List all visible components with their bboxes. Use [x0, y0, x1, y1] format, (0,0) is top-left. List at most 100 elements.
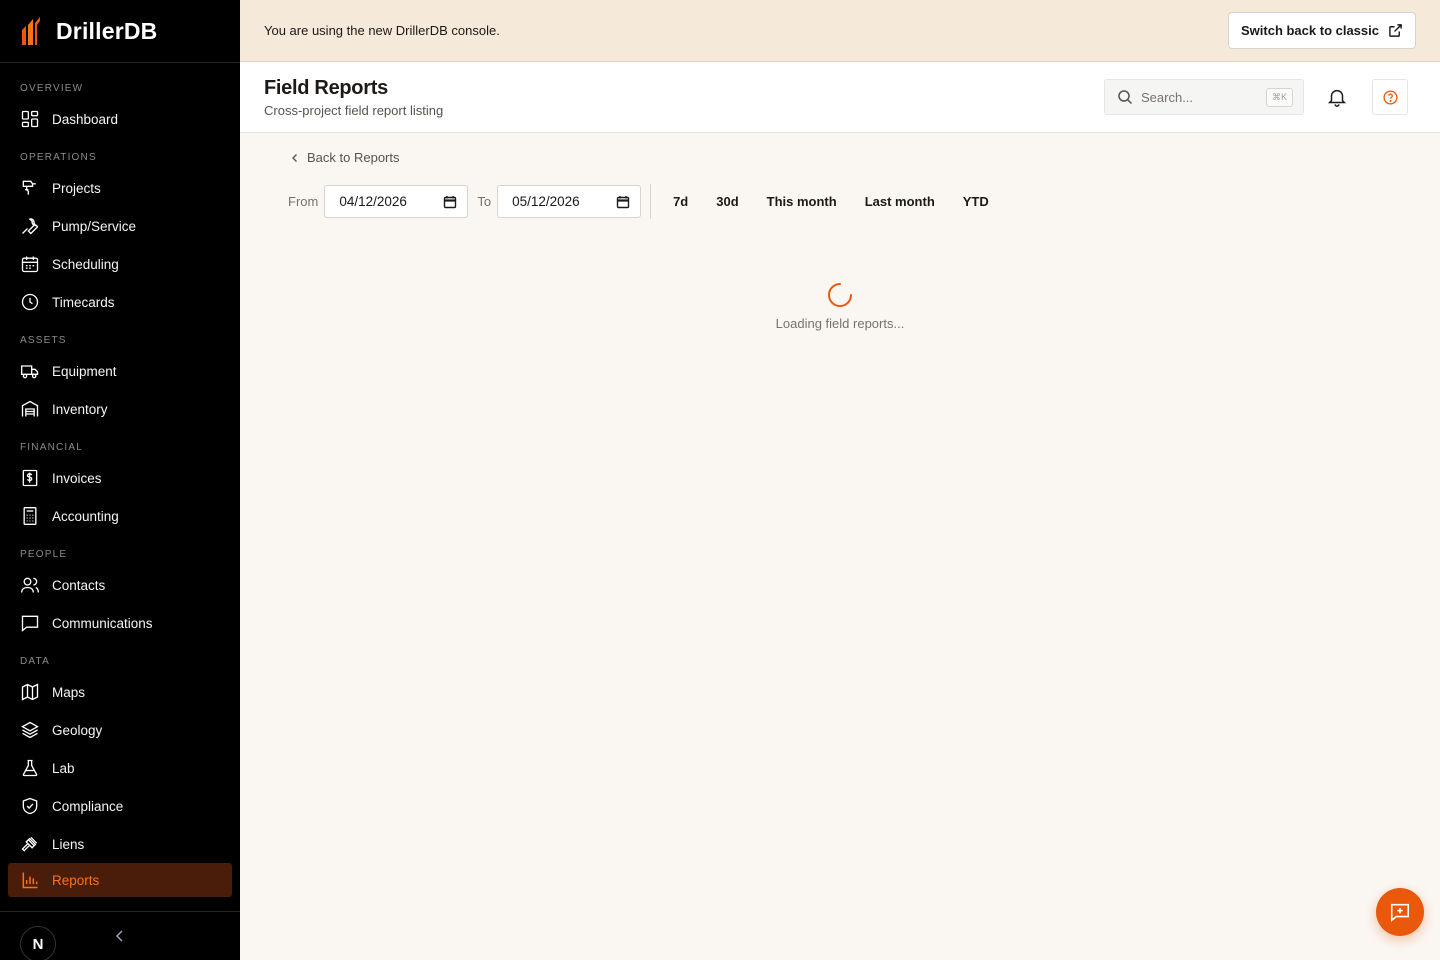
dashboard-icon — [21, 110, 39, 128]
sidebar-item-projects[interactable]: Projects — [0, 169, 240, 207]
help-button[interactable] — [1372, 79, 1408, 115]
users-icon — [21, 577, 39, 593]
preset-30d-button[interactable]: 30d — [702, 185, 752, 218]
chevron-left-icon[interactable] — [112, 928, 128, 944]
avatar[interactable]: N — [20, 926, 56, 960]
sidebar-item-label: Scheduling — [52, 256, 119, 272]
sidebar-item-label: Contacts — [52, 577, 106, 593]
sidebar-item-timecards[interactable]: Timecards — [0, 283, 240, 321]
back-to-reports-link[interactable]: Back to Reports — [290, 150, 400, 165]
preset-ytd-button[interactable]: YTD — [949, 185, 1003, 218]
sidebar-item-label: Inventory — [52, 401, 108, 417]
invoice-icon — [22, 469, 38, 487]
from-label: From — [288, 194, 319, 209]
search-input[interactable]: Search... ⌘K — [1104, 79, 1304, 115]
warehouse-icon — [21, 400, 39, 417]
help-circle-icon — [1382, 89, 1398, 105]
filter-divider — [650, 184, 652, 219]
wrench-icon — [22, 218, 39, 235]
sidebar-item-equipment[interactable]: Equipment — [0, 352, 240, 390]
banner-text: You are using the new DrillerDB console. — [264, 23, 500, 38]
sidebar-item-label: Geology — [52, 722, 103, 738]
sidebar-item-contacts[interactable]: Contacts — [0, 566, 240, 604]
chevron-left-icon — [292, 153, 297, 162]
page-title: Field Reports — [264, 77, 388, 99]
sidebar-item-liens[interactable]: Liens — [0, 825, 240, 863]
search-icon — [1118, 90, 1133, 105]
drillerdb-logo-icon — [22, 17, 40, 45]
sidebar-item-label: Accounting — [52, 508, 119, 524]
sidebar-item-dashboard[interactable]: Dashboard — [0, 100, 240, 138]
switch-to-classic-button[interactable]: Switch back to classic — [1227, 12, 1416, 49]
switch-to-classic-label: Switch back to classic — [1240, 23, 1379, 38]
back-link-label: Back to Reports — [307, 150, 400, 165]
console-banner: You are using the new DrillerDB console.… — [240, 0, 1440, 62]
nav-section-operations: OPERATIONS — [20, 152, 97, 163]
sidebar-item-invoices[interactable]: Invoices — [0, 459, 240, 497]
calculator-icon — [23, 507, 37, 525]
sidebar-item-label: Dashboard — [52, 111, 119, 127]
sidebar-item-label: Equipment — [52, 363, 117, 379]
calendar-icon — [21, 256, 39, 273]
sidebar-item-label: Pump/Service — [52, 218, 137, 234]
sidebar-item-scheduling[interactable]: Scheduling — [0, 245, 240, 283]
calendar-icon — [616, 195, 630, 208]
sidebar: DrillerDB OVERVIEW Dashboard OPERATIONS … — [0, 0, 240, 960]
sidebar-item-label: Maps — [52, 684, 86, 700]
page-header: Field Reports Cross-project field report… — [240, 62, 1440, 133]
gavel-icon — [21, 836, 38, 852]
sidebar-item-reports[interactable]: Reports — [8, 863, 232, 897]
preset-last-month-button[interactable]: Last month — [851, 185, 949, 218]
message-plus-icon — [1390, 903, 1410, 922]
message-icon — [21, 615, 39, 632]
drill-icon — [22, 180, 36, 195]
nav-section-people: PEOPLE — [20, 549, 68, 560]
external-link-icon — [1389, 24, 1402, 37]
sidebar-item-label: Invoices — [52, 470, 102, 486]
from-date-input[interactable]: 04/12/2026 — [324, 185, 469, 218]
nav-section-assets: ASSETS — [20, 335, 67, 346]
sidebar-item-inventory[interactable]: Inventory — [0, 390, 240, 428]
brand-name: DrillerDB — [56, 17, 158, 44]
brand[interactable]: DrillerDB — [0, 0, 240, 63]
preset-this-month-button[interactable]: This month — [753, 185, 851, 218]
map-icon — [21, 683, 39, 701]
sidebar-item-geology[interactable]: Geology — [0, 711, 240, 749]
search-shortcut-badge: ⌘K — [1265, 88, 1293, 107]
to-date-value: 05/12/2026 — [512, 194, 580, 209]
loading-state: Loading field reports... — [240, 282, 1440, 331]
preset-7d-button[interactable]: 7d — [659, 185, 702, 218]
spinner-icon — [828, 283, 852, 307]
truck-icon — [21, 365, 39, 379]
sidebar-item-label: Communications — [52, 615, 153, 631]
date-filter-bar: From 04/12/2026 To 05/12/2026 7d 30d Thi… — [288, 184, 1003, 219]
bell-icon[interactable] — [1326, 86, 1348, 108]
sidebar-nav: OVERVIEW Dashboard OPERATIONS Projects P… — [0, 63, 240, 897]
sidebar-item-pump-service[interactable]: Pump/Service — [0, 207, 240, 245]
sidebar-item-communications[interactable]: Communications — [0, 604, 240, 642]
sidebar-item-label: Timecards — [52, 294, 115, 310]
sidebar-item-label: Liens — [52, 836, 85, 852]
feedback-fab-button[interactable] — [1376, 888, 1424, 936]
nav-section-financial: FINANCIAL — [20, 442, 84, 453]
sidebar-item-maps[interactable]: Maps — [0, 673, 240, 711]
sidebar-item-label: Lab — [52, 760, 75, 776]
to-date-input[interactable]: 05/12/2026 — [497, 185, 642, 218]
calendar-icon — [444, 195, 457, 208]
search-placeholder: Search... — [1141, 89, 1194, 105]
from-date-value: 04/12/2026 — [339, 194, 407, 209]
sidebar-item-label: Projects — [52, 180, 101, 196]
shield-check-icon — [22, 797, 38, 815]
flask-icon — [22, 759, 38, 777]
page-subtitle: Cross-project field report listing — [264, 103, 444, 118]
loading-text: Loading field reports... — [775, 316, 905, 331]
to-label: To — [477, 194, 492, 209]
bar-chart-icon — [22, 872, 38, 889]
sidebar-item-lab[interactable]: Lab — [0, 749, 240, 787]
sidebar-item-compliance[interactable]: Compliance — [0, 787, 240, 825]
layers-icon — [21, 721, 39, 739]
sidebar-item-accounting[interactable]: Accounting — [0, 497, 240, 535]
nav-section-overview: OVERVIEW — [20, 83, 84, 94]
sidebar-item-label: Reports — [52, 872, 100, 888]
nav-section-data: DATA — [20, 656, 50, 667]
